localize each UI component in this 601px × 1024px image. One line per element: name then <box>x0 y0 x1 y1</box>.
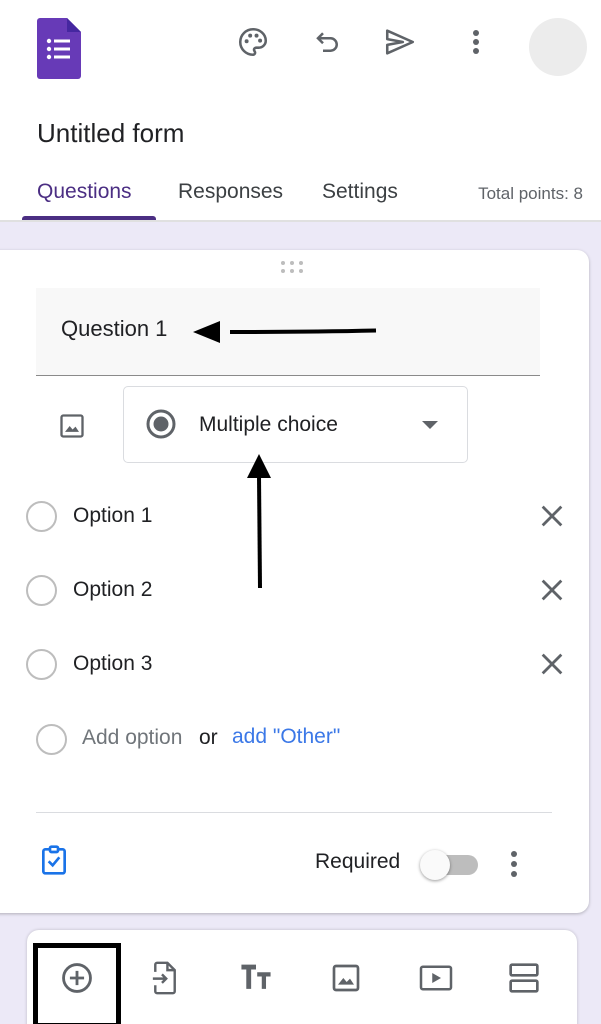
question-type-select[interactable]: Multiple choice <box>123 386 468 463</box>
add-image-button[interactable] <box>326 958 366 998</box>
form-title[interactable]: Untitled form <box>37 118 184 149</box>
question-title-input[interactable]: Question 1 <box>36 288 540 376</box>
card-divider <box>36 812 552 813</box>
required-label: Required <box>315 850 401 873</box>
radio-button-checked-icon <box>146 409 176 439</box>
tab-responses[interactable]: Responses <box>178 180 283 204</box>
add-question-button[interactable] <box>57 958 97 998</box>
add-section-button[interactable] <box>504 958 544 998</box>
drag-handle-icon[interactable] <box>279 260 305 274</box>
top-app-bar <box>0 0 601 100</box>
section-icon <box>509 963 539 993</box>
palette-button[interactable] <box>235 24 271 60</box>
tab-questions[interactable]: Questions <box>37 180 132 204</box>
tab-bar: Questions Responses Settings Total point… <box>0 170 601 221</box>
question-type-label: Multiple choice <box>199 413 338 436</box>
option-radio <box>26 501 57 532</box>
option-item: Option 1 <box>0 491 589 541</box>
option-item: Option 3 <box>0 639 589 689</box>
add-video-button[interactable] <box>416 958 456 998</box>
more-options-button[interactable] <box>458 24 494 60</box>
close-icon[interactable] <box>538 502 566 530</box>
forms-logo-icon[interactable] <box>37 18 81 79</box>
undo-icon <box>316 32 338 52</box>
question-card[interactable]: Question 1 Multiple choice Option 1 Opti… <box>0 250 589 913</box>
add-image-to-question-button[interactable] <box>56 410 88 442</box>
tab-settings[interactable]: Settings <box>322 180 398 204</box>
import-questions-button[interactable] <box>145 958 185 998</box>
add-other-link[interactable]: add "Other" <box>232 725 340 749</box>
option-label[interactable]: Option 3 <box>73 652 152 676</box>
option-radio <box>36 724 67 755</box>
or-text: or <box>199 726 218 749</box>
close-icon[interactable] <box>538 576 566 604</box>
add-circle-icon <box>62 963 92 993</box>
send-button[interactable] <box>382 24 418 60</box>
more-vert-icon[interactable] <box>502 846 526 882</box>
option-label[interactable]: Option 1 <box>73 504 152 528</box>
option-label[interactable]: Option 2 <box>73 578 152 602</box>
required-toggle[interactable] <box>420 850 480 880</box>
question-toolbar <box>27 930 577 1024</box>
option-item: Option 2 <box>0 565 589 615</box>
add-option-row: Add option or add "Other" <box>0 713 589 763</box>
dropdown-arrow-icon <box>422 421 438 429</box>
option-radio <box>26 649 57 680</box>
image-icon <box>332 964 360 992</box>
more-vert-icon <box>473 30 479 54</box>
send-icon <box>385 29 415 55</box>
total-points: Total points: 8 <box>478 184 583 203</box>
answer-key-icon[interactable] <box>38 844 70 876</box>
option-radio <box>26 575 57 606</box>
add-option-button[interactable]: Add option <box>82 726 182 750</box>
add-title-button[interactable] <box>236 958 276 998</box>
image-icon <box>60 414 84 438</box>
import-icon <box>152 961 176 995</box>
title-text-icon <box>241 964 271 989</box>
avatar[interactable] <box>529 18 587 76</box>
palette-icon <box>238 27 268 57</box>
video-icon <box>419 965 453 991</box>
toggle-thumb <box>420 850 450 880</box>
undo-button[interactable] <box>310 24 346 60</box>
close-icon[interactable] <box>538 650 566 678</box>
question-title: Question 1 <box>61 316 168 341</box>
